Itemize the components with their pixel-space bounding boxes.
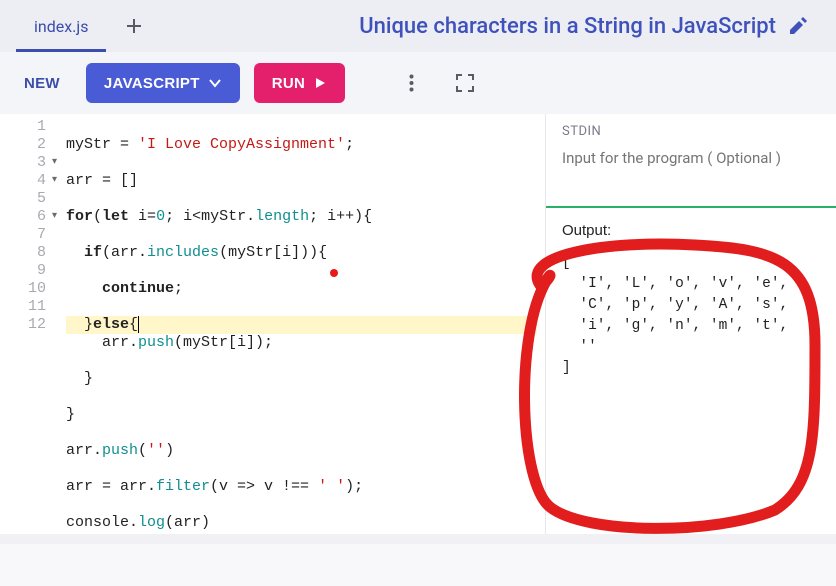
kebab-icon xyxy=(409,74,414,92)
chevron-down-icon xyxy=(208,76,222,90)
tab-file[interactable]: index.js xyxy=(8,0,114,52)
output-label: Output: xyxy=(562,222,820,239)
line-number: 10 xyxy=(0,280,46,298)
breakpoint-marker xyxy=(330,269,338,277)
line-number: 12 xyxy=(0,316,46,334)
line-number: 6 xyxy=(0,208,46,226)
new-button[interactable]: NEW xyxy=(12,63,72,103)
line-number: 2 xyxy=(0,136,46,154)
line-number: 3 xyxy=(0,154,46,172)
plus-icon xyxy=(126,18,142,34)
stdin-input[interactable] xyxy=(562,149,820,188)
line-number: 7 xyxy=(0,226,46,244)
main-area: 1 2 3 4 5 6 7 8 9 10 11 12 myStr = 'I Lo… xyxy=(0,114,836,534)
add-tab-button[interactable] xyxy=(114,0,154,52)
line-number: 4 xyxy=(0,172,46,190)
line-number: 9 xyxy=(0,262,46,280)
gutter: 1 2 3 4 5 6 7 8 9 10 11 12 xyxy=(0,114,52,534)
fullscreen-button[interactable] xyxy=(445,63,485,103)
app-root: index.js Unique characters in a String i… xyxy=(0,0,836,544)
language-label: JAVASCRIPT xyxy=(104,75,200,92)
title-area: Unique characters in a String in JavaScr… xyxy=(359,14,828,39)
line-number: 11 xyxy=(0,298,46,316)
run-label: RUN xyxy=(272,75,305,92)
output-panel: Output: [ 'I', 'L', 'o', 'v', 'e', 'C', … xyxy=(546,208,836,534)
line-number: 1 xyxy=(0,118,46,136)
stdin-label: STDIN xyxy=(562,124,820,139)
tab-label: index.js xyxy=(34,17,88,36)
output-body: [ 'I', 'L', 'o', 'v', 'e', 'C', 'p', 'y'… xyxy=(562,253,820,379)
line-number: 5 xyxy=(0,190,46,208)
run-button[interactable]: RUN xyxy=(254,63,345,103)
code-editor[interactable]: 1 2 3 4 5 6 7 8 9 10 11 12 myStr = 'I Lo… xyxy=(0,114,546,534)
page-title: Unique characters in a String in JavaScr… xyxy=(359,14,776,39)
tabs-row: index.js Unique characters in a String i… xyxy=(0,0,836,52)
fullscreen-icon xyxy=(456,74,474,92)
code-body[interactable]: myStr = 'I Love CopyAssignment'; arr = [… xyxy=(52,114,545,534)
line-number: 8 xyxy=(0,244,46,262)
side-panel: STDIN Output: [ 'I', 'L', 'o', 'v', 'e',… xyxy=(546,114,836,534)
pencil-icon[interactable] xyxy=(788,16,808,36)
toolbar: NEW JAVASCRIPT RUN xyxy=(0,52,836,114)
new-label: NEW xyxy=(24,75,60,92)
more-menu[interactable] xyxy=(391,63,431,103)
stdin-panel: STDIN xyxy=(546,114,836,208)
play-icon xyxy=(313,76,327,90)
language-select[interactable]: JAVASCRIPT xyxy=(86,63,240,103)
